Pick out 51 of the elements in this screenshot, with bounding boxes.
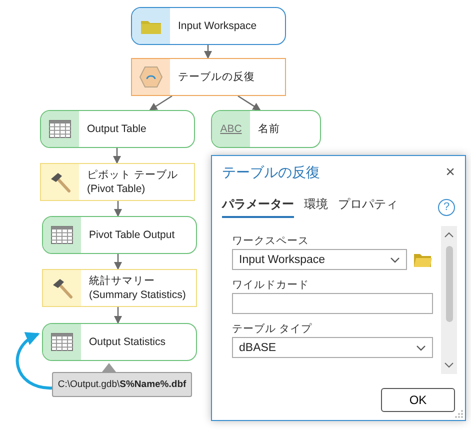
tab[interactable]: パラメーター	[222, 196, 294, 218]
data-node[interactable]: ABC 名前	[211, 110, 321, 148]
data-node[interactable]: Input Workspace	[131, 7, 286, 45]
close-button[interactable]: ×	[444, 165, 457, 181]
table-icon	[49, 120, 71, 138]
node-label: テーブルの反復	[177, 70, 256, 84]
connector-arrow	[114, 307, 122, 324]
chevron-down-icon	[390, 256, 400, 262]
dropdown-field[interactable]: dBASE	[232, 337, 433, 358]
dialog-title: テーブルの反復	[222, 164, 320, 182]
data-node[interactable]: Output Statistics	[42, 323, 197, 361]
scroll-up-icon	[444, 232, 454, 238]
scroll-down-icon	[444, 362, 454, 368]
path-callout: C:\Output.gdb\S%Name%.dbf	[52, 372, 192, 397]
node-label: Output Table	[86, 122, 148, 136]
node-label: Input Workspace	[177, 18, 258, 34]
data-node[interactable]: Pivot Table Output	[42, 216, 197, 254]
ok-button[interactable]: OK	[381, 388, 455, 412]
variable-type-label: ABC	[220, 123, 242, 135]
loop-arrow	[16, 332, 54, 390]
table-icon	[51, 333, 73, 351]
field-label: ワイルドカード	[232, 278, 310, 292]
iterator-icon	[139, 66, 163, 88]
node-label: Pivot Table Output	[88, 228, 176, 242]
chevron-down-icon	[416, 344, 426, 350]
tab[interactable]: プロパティ	[338, 196, 398, 218]
data-node[interactable]: Output Table	[40, 110, 195, 148]
connector-arrow	[238, 95, 261, 111]
callout-pointer	[102, 363, 116, 372]
connector-arrow	[204, 44, 212, 59]
tab[interactable]: 環境	[304, 196, 328, 218]
scrollbar[interactable]	[441, 226, 457, 374]
connector-arrow	[114, 254, 122, 270]
field-label: ワークスペース	[232, 234, 310, 248]
tool-node[interactable]: ピボット テーブル (Pivot Table)	[40, 163, 195, 201]
node-label: Output Statistics	[88, 334, 166, 350]
connector-arrow	[113, 147, 121, 164]
tool-node[interactable]: 統計サマリー (Summary Statistics)	[42, 269, 197, 307]
field-label: テーブル タイプ	[232, 322, 313, 336]
connector-arrow	[149, 95, 172, 111]
resize-grip-icon	[454, 409, 464, 419]
dropdown-field[interactable]: Input Workspace	[232, 249, 407, 270]
tool-node[interactable]: テーブルの反復	[131, 58, 286, 96]
node-label: 名前	[257, 122, 281, 136]
node-label: 統計サマリー (Summary Statistics)	[88, 274, 187, 302]
node-label: ピボット テーブル (Pivot Table)	[86, 168, 179, 196]
input-field[interactable]	[232, 293, 433, 314]
hammer-icon	[51, 277, 73, 299]
connector-arrow	[114, 201, 122, 217]
table-icon	[51, 226, 73, 244]
hammer-icon	[49, 171, 71, 193]
